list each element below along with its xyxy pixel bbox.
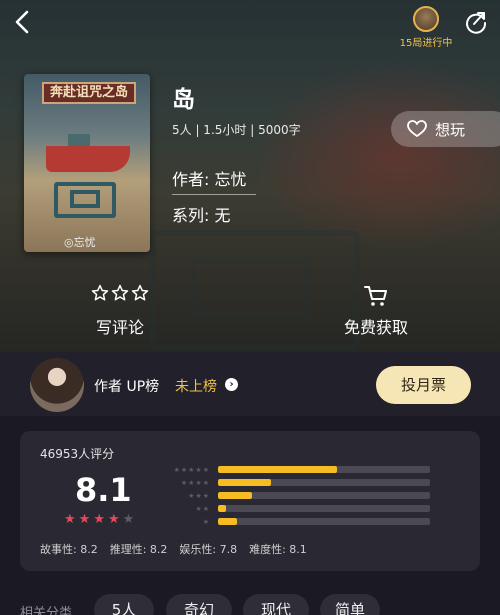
distribution-stars: ★★ <box>195 504 210 513</box>
distribution-track <box>218 505 430 512</box>
progress-badge[interactable]: 15局进行中 <box>396 6 456 50</box>
rating-card: 46953人评分 8.1 ★ ★ ★ ★ ★ ★★★★★ ★★★★ ★★★ ★★ ★ 故事性: … <box>20 431 480 571</box>
distribution-row: ★★★ <box>168 489 434 502</box>
chevron-right-icon[interactable]: › <box>225 378 238 391</box>
distribution-fill <box>218 466 337 473</box>
sub-score: 推理性: 8.2 <box>109 543 168 556</box>
distribution-row: ★★ <box>168 502 434 515</box>
heart-icon <box>407 120 427 138</box>
rating-score: 8.1 <box>75 471 132 509</box>
hero-section: 15局进行中 奔赴诅咒之岛 ◎忘忧 岛 5人 | 1.5小时 | 5000字 作… <box>0 0 500 352</box>
author-up-label: 作者 UP榜 <box>94 379 160 395</box>
back-icon[interactable] <box>10 8 36 36</box>
distribution-row: ★★★★ <box>168 476 434 489</box>
cover-author: ◎忘忧 <box>64 236 96 249</box>
star-filled-icon: ★ <box>78 512 91 527</box>
rank-status-link[interactable]: 未上榜 <box>175 376 217 396</box>
distribution-row: ★ <box>168 515 434 528</box>
distribution-track <box>218 492 430 499</box>
book-series: 系列: 无 <box>172 206 231 225</box>
tag-chip[interactable]: 现代 <box>243 594 309 615</box>
distribution-track <box>218 466 430 473</box>
distribution-track <box>218 518 430 525</box>
book-meta: 5人 | 1.5小时 | 5000字 <box>172 123 301 137</box>
review-stars-icon <box>60 284 180 306</box>
star-filled-icon: ★ <box>93 512 105 527</box>
distribution-track <box>218 479 430 486</box>
sub-score: 娱乐性: 7.8 <box>179 543 238 556</box>
write-review-label: 写评论 <box>95 318 144 337</box>
sub-score: 难度性: 8.1 <box>249 543 307 556</box>
share-icon[interactable] <box>464 10 488 34</box>
distribution-fill <box>218 505 227 512</box>
author-up-bar: 作者 UP榜 未上榜 › 投月票 <box>0 352 500 416</box>
cover-maze-inner <box>70 190 100 208</box>
free-get-button[interactable]: 免费获取 <box>316 284 436 338</box>
book-cover[interactable]: 奔赴诅咒之岛 ◎忘忧 <box>24 74 150 252</box>
want-to-play-label: 想玩 <box>435 120 466 139</box>
distribution-stars: ★ <box>202 517 210 526</box>
cart-icon <box>316 284 436 306</box>
distribution-row: ★★★★★ <box>168 463 434 476</box>
rating-stars: ★ ★ ★ ★ ★ <box>64 513 134 526</box>
distribution-fill <box>218 492 252 499</box>
star-filled-icon: ★ <box>64 512 76 527</box>
rating-count: 46953人评分 <box>40 447 115 461</box>
star-empty-icon: ★ <box>122 512 135 527</box>
progress-text: 15局进行中 <box>399 38 453 49</box>
rating-distribution: ★★★★★ ★★★★ ★★★ ★★ ★ <box>168 463 434 528</box>
book-author-link[interactable]: 作者: 忘忧 <box>172 166 256 195</box>
star-filled-icon: ★ <box>107 512 120 527</box>
distribution-stars: ★★★ <box>188 491 210 500</box>
related-categories: 相关分类 5人 奇幻 现代 简单 <box>0 592 500 615</box>
author-avatar[interactable] <box>30 358 84 412</box>
tag-chip[interactable]: 5人 <box>94 594 154 615</box>
progress-avatar <box>413 6 439 32</box>
tag-chip[interactable]: 奇幻 <box>166 594 232 615</box>
distribution-stars: ★★★★★ <box>173 465 210 474</box>
cover-boat <box>46 146 130 172</box>
monthly-vote-button[interactable]: 投月票 <box>376 366 471 404</box>
distribution-fill <box>218 518 238 525</box>
sub-scores: 故事性: 8.2 推理性: 8.2 娱乐性: 7.8 难度性: 8.1 <box>40 541 307 557</box>
write-review-button[interactable]: 写评论 <box>60 284 180 338</box>
distribution-stars: ★★★★ <box>180 478 210 487</box>
free-get-label: 免费获取 <box>343 318 408 337</box>
distribution-fill <box>218 479 271 486</box>
related-categories-label: 相关分类 <box>20 606 73 615</box>
sub-score: 故事性: 8.2 <box>40 543 98 556</box>
book-title: 岛 <box>172 87 195 113</box>
cover-title: 奔赴诅咒之岛 <box>42 82 136 104</box>
want-to-play-button[interactable]: 想玩 <box>391 111 500 147</box>
tag-chip[interactable]: 简单 <box>320 594 380 615</box>
